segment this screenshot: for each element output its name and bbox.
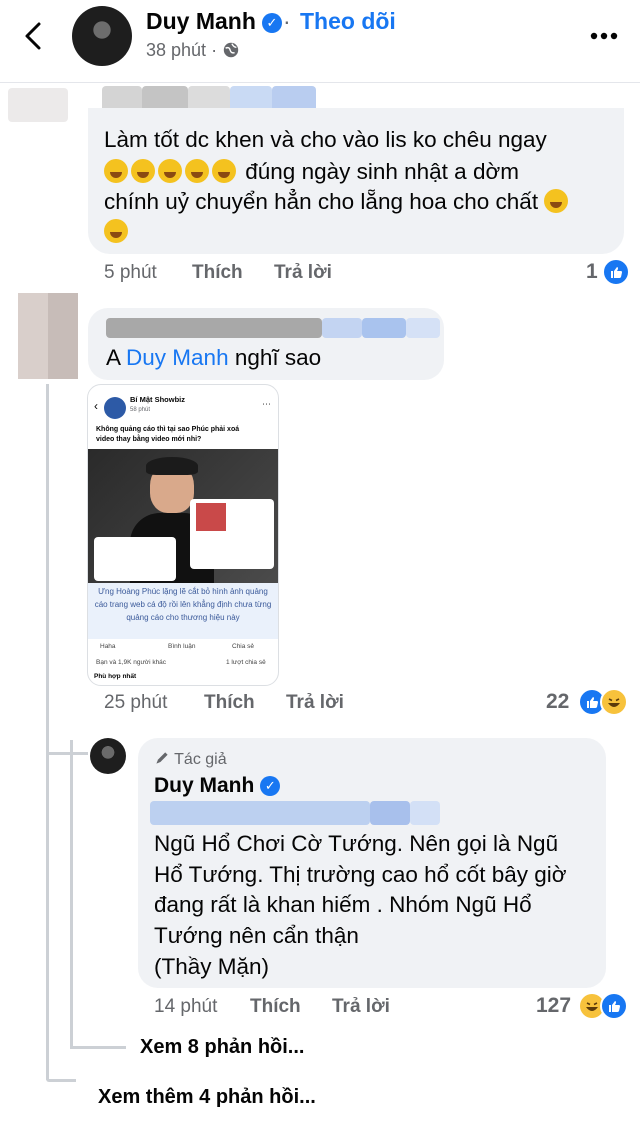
reply-text-line: Ngũ Hổ Chơi Cờ Tướng. Nên gọi là Ngũ [154, 831, 559, 856]
action-bar: Haha Bình luận Chia sẻ [88, 639, 278, 655]
follow-button[interactable]: Theo dõi [300, 8, 396, 35]
page-avatar [104, 397, 126, 419]
like-reaction-icon [600, 992, 628, 1020]
reaction-count: 22 [546, 690, 570, 713]
sort-label: Phù hợp nhất [94, 673, 137, 680]
post-time: 38 phút · [146, 40, 240, 61]
rofl-icon [185, 159, 209, 183]
thread-line [46, 1079, 76, 1082]
comment-time: 25 phút [104, 692, 168, 713]
shares-text: 1 lượt chia sẻ [226, 659, 266, 666]
verified-badge-icon: ✓ [260, 776, 281, 796]
author-avatar[interactable] [72, 6, 132, 66]
reply-time: 14 phút [154, 996, 218, 1017]
reply-text-line: (Thầy Mặn) [154, 954, 270, 979]
reply-text-line: Hổ Tướng. Thị trường cao hổ cốt bây giờ [154, 862, 567, 887]
verified-badge-icon: ✓ [261, 13, 282, 33]
author-badge: Tác giả [154, 750, 227, 769]
reply-author-avatar[interactable] [90, 738, 126, 774]
page-time: 58 phút [130, 407, 151, 413]
mention-link[interactable]: Duy Manh [126, 345, 229, 370]
comment-button: Bình luận [168, 643, 196, 650]
thread-line [70, 740, 73, 1048]
post-image [88, 449, 278, 583]
reply-text-line: đang rất là khan hiếm . Nhóm Ngũ Hổ [154, 892, 532, 917]
reactors-text: Bạn và 1,9K người khác [96, 659, 167, 666]
like-button[interactable]: Thích [204, 692, 255, 714]
reply-author-name[interactable]: Duy Manh ✓ [154, 774, 281, 798]
like-reaction-icon [602, 258, 630, 286]
thread-line [48, 752, 88, 755]
thread-line [46, 384, 49, 1080]
reply-button[interactable]: Trả lời [286, 692, 344, 714]
haha-button: Haha [100, 643, 116, 650]
blurred-mention [150, 801, 440, 825]
back-arrow-icon: ‹ [94, 399, 98, 413]
comment-text-line: đúng ngày sinh nhật a dờm [104, 156, 519, 188]
author-name[interactable]: Duy Manh ✓ [146, 8, 282, 35]
like-button[interactable]: Thích [192, 262, 243, 284]
pen-icon [156, 752, 168, 764]
share-button: Chia sẻ [232, 643, 255, 650]
view-replies-link[interactable]: Xem 8 phản hồi... [140, 1036, 304, 1059]
haha-reaction-icon [600, 688, 628, 716]
rofl-icon [212, 159, 236, 183]
more-options-icon[interactable] [584, 18, 624, 54]
post-text: Không quảng cáo thì tại sao Phúc phải xo… [96, 426, 240, 443]
separator-dot: · [283, 8, 291, 34]
back-arrow-icon[interactable] [14, 16, 54, 56]
post-header: Duy Manh ✓ · Theo dõi 38 phút · [0, 0, 640, 83]
reply-button[interactable]: Trả lời [274, 262, 332, 284]
tongue-face-icon [104, 219, 128, 243]
rofl-icon [158, 159, 182, 183]
reaction-count: 1 [586, 260, 598, 283]
comment-text: A Duy Manh nghĩ sao [106, 345, 322, 370]
blurred-avatar [18, 293, 78, 379]
globe-icon [223, 42, 239, 58]
reply-button[interactable]: Trả lời [332, 996, 390, 1018]
comment-text-line [104, 216, 131, 248]
thread-line [70, 1046, 126, 1049]
like-button[interactable]: Thích [250, 996, 301, 1018]
zany-face-icon [131, 159, 155, 183]
zany-face-icon [104, 159, 128, 183]
blurred-username [106, 318, 440, 338]
reaction-count: 127 [536, 994, 572, 1017]
comment-text-line: Làm tốt dc khen và cho vào lis ko chêu n… [104, 127, 547, 152]
view-more-replies-link[interactable]: Xem thêm 4 phản hồi... [98, 1086, 316, 1109]
caption-text: Ưng Hoàng Phúc lặng lẽ cắt bỏ hình ảnh q… [94, 587, 272, 622]
page-name: Bí Mật Showbiz [130, 395, 185, 404]
tongue-face-icon [544, 189, 569, 213]
more-options-icon: ⋯ [262, 399, 271, 409]
comment-text-line: chính uỷ chuyển hẳn cho lẵng hoa cho chấ… [104, 186, 571, 218]
attached-screenshot[interactable]: ‹ Bí Mật Showbiz 58 phút ⋯ Không quảng c… [87, 384, 279, 686]
comment-time: 5 phút [104, 262, 157, 283]
reply-text-line: Tướng nên cẩn thận [154, 923, 359, 948]
